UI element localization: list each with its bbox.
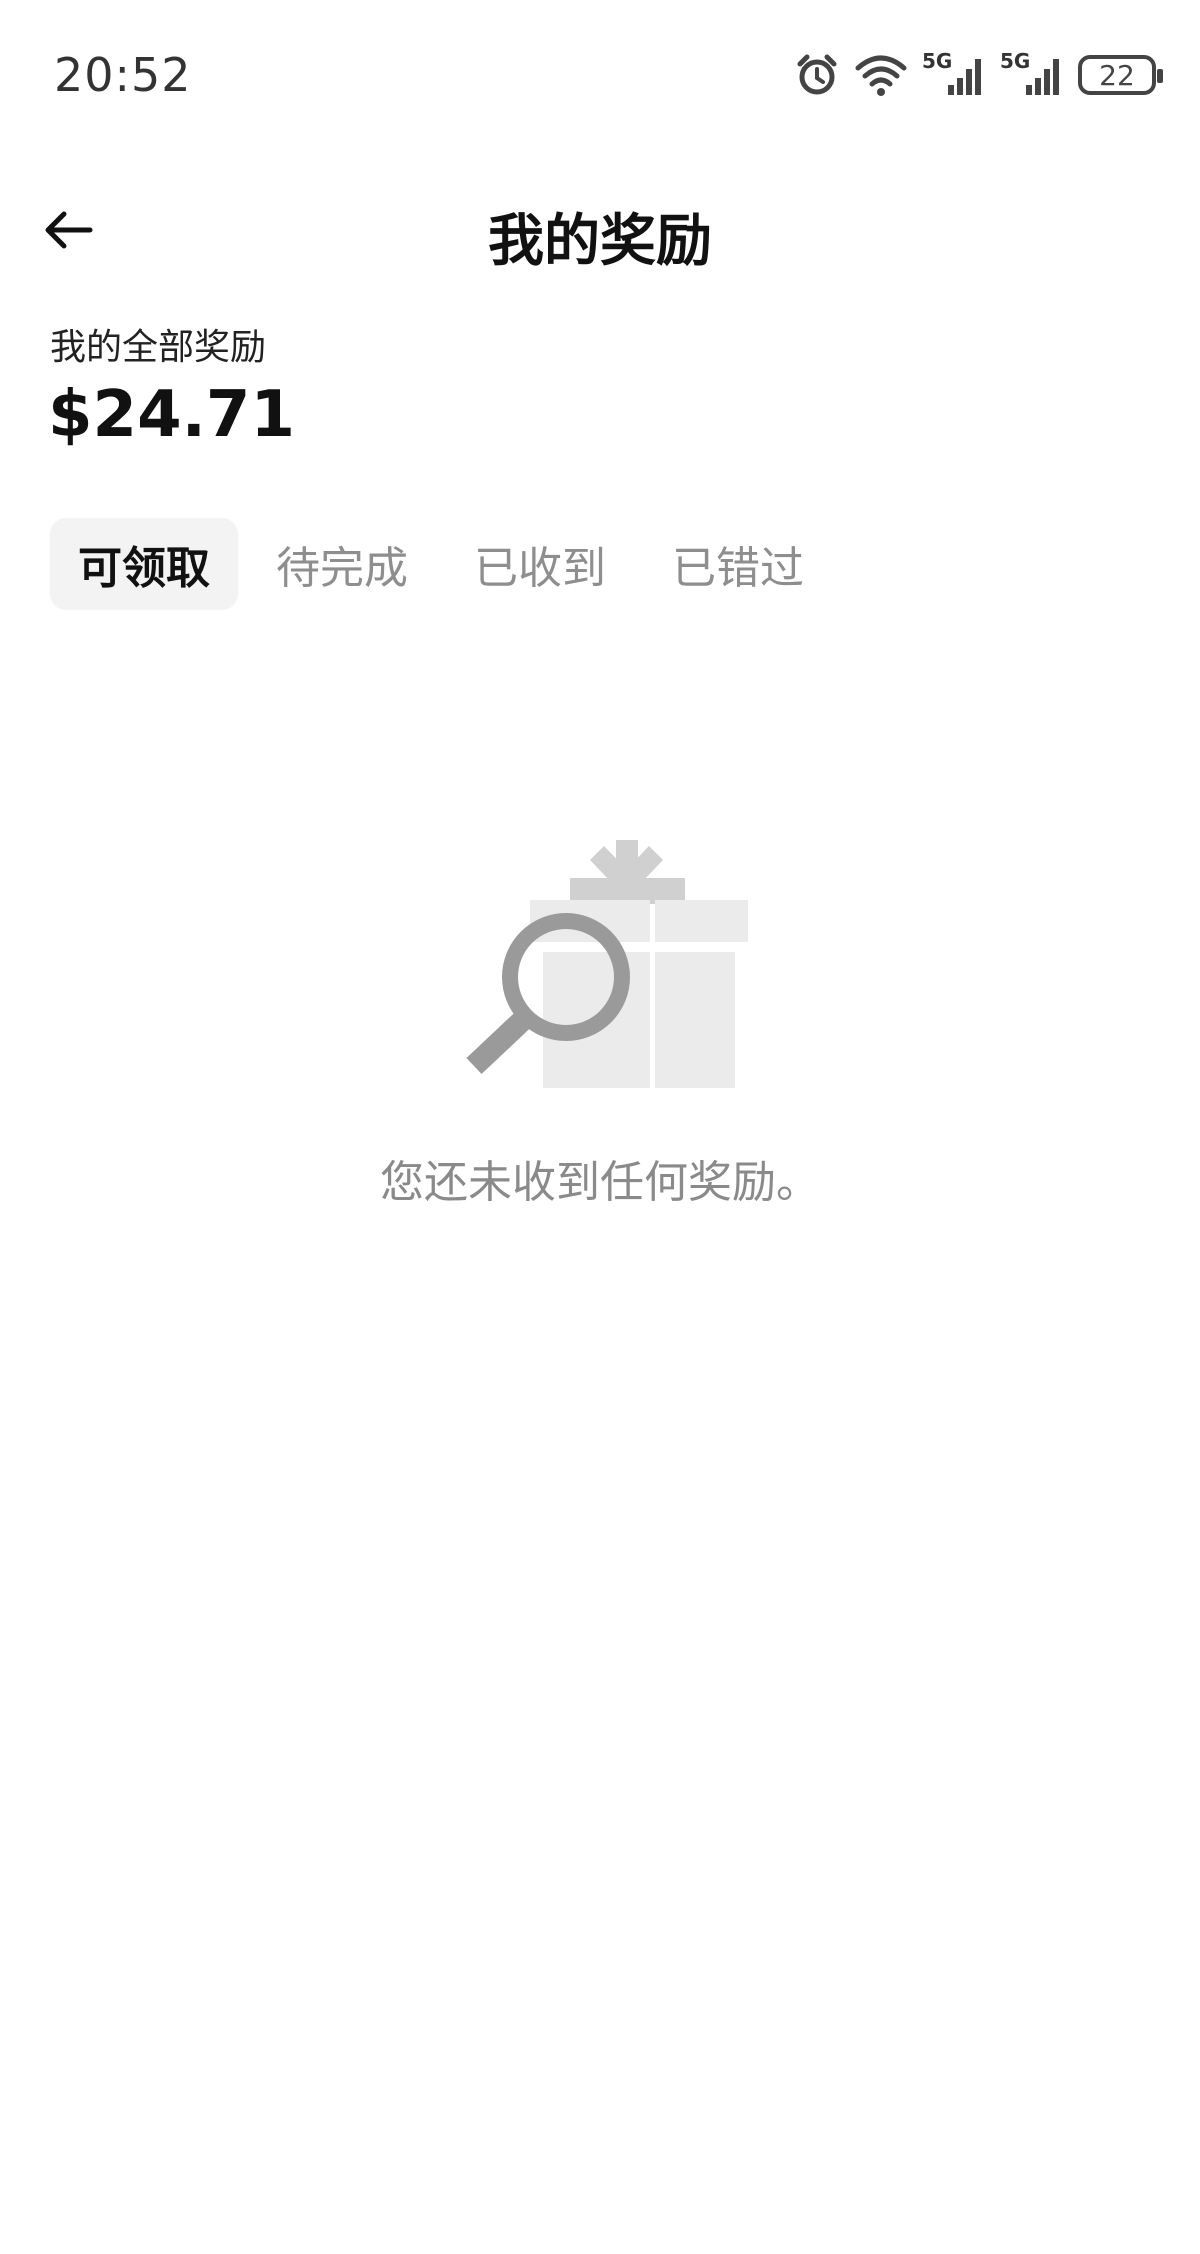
gift-search-icon bbox=[450, 840, 750, 1090]
tab-claimable[interactable]: 可领取 bbox=[50, 518, 238, 610]
tab-missed[interactable]: 已错过 bbox=[644, 518, 832, 610]
tab-pending[interactable]: 待完成 bbox=[248, 518, 436, 610]
alarm-icon bbox=[794, 52, 840, 98]
page-header: 我的奖励 bbox=[0, 190, 1200, 274]
status-time: 20:52 bbox=[54, 48, 192, 102]
signal-icon: 5G bbox=[1000, 49, 1064, 99]
page-title: 我的奖励 bbox=[488, 209, 712, 274]
empty-state-message: 您还未收到任何奖励。 bbox=[380, 1157, 820, 1208]
status-bar: 20:52 5G 5G 22 bbox=[0, 0, 1200, 150]
total-rewards-amount: $24.71 bbox=[48, 378, 295, 452]
wifi-icon bbox=[854, 52, 908, 98]
battery-icon: 22 bbox=[1078, 55, 1163, 95]
reward-tabs: 可领取 待完成 已收到 已错过 bbox=[50, 518, 842, 610]
status-icons: 5G 5G 22 bbox=[794, 49, 1163, 100]
empty-state: 您还未收到任何奖励。 bbox=[0, 830, 1200, 1230]
signal-icon: 5G bbox=[922, 49, 986, 99]
tab-received[interactable]: 已收到 bbox=[446, 518, 634, 610]
total-rewards-label: 我的全部奖励 bbox=[50, 327, 267, 368]
battery-level: 22 bbox=[1099, 58, 1135, 92]
